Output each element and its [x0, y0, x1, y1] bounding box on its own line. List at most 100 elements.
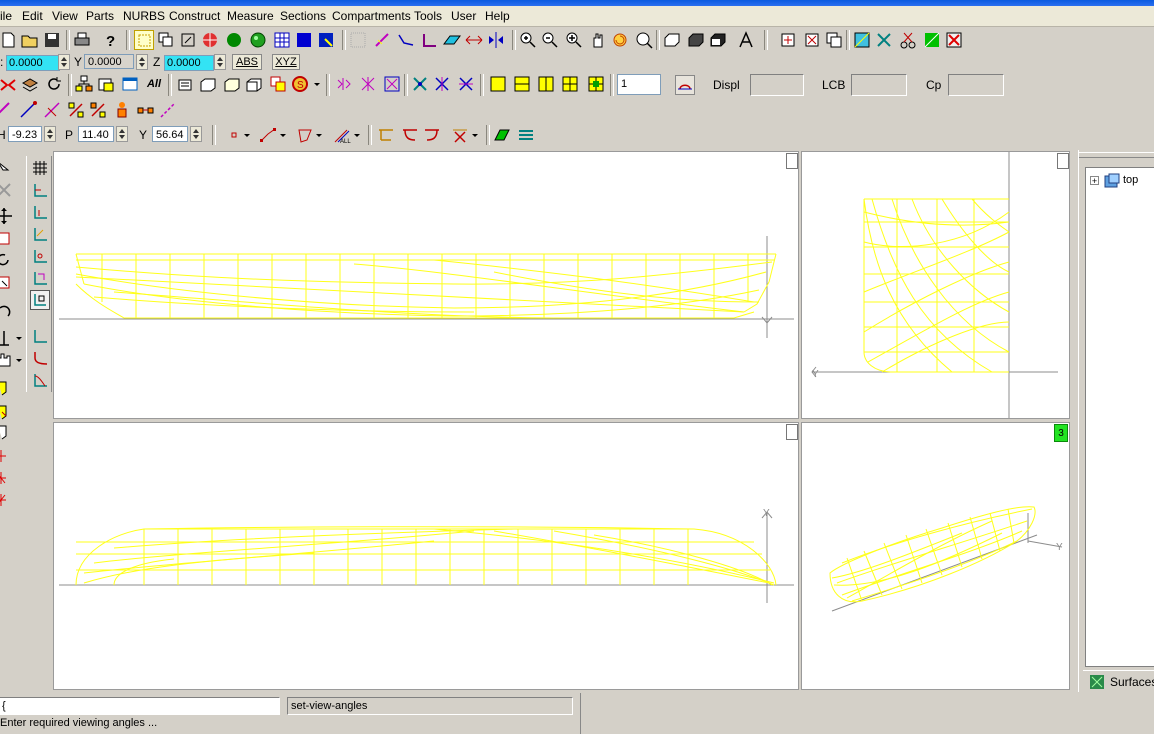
zoom-extents-icon[interactable] — [178, 30, 198, 50]
layout-horizontal-icon[interactable] — [512, 74, 532, 94]
save-disk-icon[interactable] — [42, 30, 62, 50]
z-coordinate-field[interactable]: 0.0000 — [164, 55, 214, 71]
build-4-icon[interactable] — [244, 74, 264, 94]
abs-button[interactable]: ABS — [232, 54, 262, 70]
open-folder-icon[interactable] — [20, 30, 40, 50]
pan-hand-icon[interactable] — [588, 30, 608, 50]
percent-curve-icon[interactable] — [66, 100, 86, 120]
h-angle-spinner[interactable] — [44, 126, 56, 142]
grid-view-icon[interactable] — [272, 30, 292, 50]
axes-7-icon[interactable] — [30, 326, 50, 346]
point-mode-icon[interactable] — [224, 125, 244, 145]
cut-icon[interactable] — [898, 30, 918, 50]
zoom-window-icon[interactable] — [564, 30, 584, 50]
part-open-icon[interactable] — [96, 74, 116, 94]
red-star-2-icon[interactable] — [0, 468, 14, 488]
h-angle-field[interactable]: -9.23 — [8, 126, 42, 142]
print-icon[interactable] — [72, 30, 92, 50]
layout-quad-icon[interactable] — [560, 74, 580, 94]
cross-1-icon[interactable] — [410, 74, 430, 94]
axes-5-icon[interactable] — [30, 268, 50, 288]
section-3-icon[interactable] — [422, 125, 442, 145]
build-3-icon[interactable] — [222, 74, 242, 94]
snap-grid-icon[interactable] — [348, 30, 368, 50]
z-spinner[interactable] — [214, 54, 226, 70]
undo-icon[interactable] — [0, 302, 14, 322]
percent-curve-2-icon[interactable] — [88, 100, 108, 120]
menu-sections[interactable]: Sections — [280, 9, 326, 23]
command-input[interactable]: { — [0, 697, 280, 715]
box-select-icon[interactable] — [0, 228, 14, 248]
line-tool-icon[interactable] — [372, 30, 392, 50]
body-plan-view[interactable]: Y — [801, 151, 1070, 419]
rotate-icon[interactable] — [0, 250, 14, 270]
zoom-out-icon[interactable] — [540, 30, 560, 50]
point-star-2-icon[interactable] — [358, 74, 378, 94]
copy-surface-icon[interactable] — [824, 30, 844, 50]
menu-tools[interactable]: Tools — [414, 9, 442, 23]
yellow-stack-2-icon[interactable] — [0, 402, 14, 422]
cross-3-icon[interactable] — [456, 74, 476, 94]
plane-tool-icon[interactable] — [442, 30, 462, 50]
mirror-icon[interactable] — [486, 30, 506, 50]
axes-2-icon[interactable] — [30, 202, 50, 222]
stamp-dropdown-icon[interactable] — [312, 74, 322, 94]
cancel-construct-icon[interactable] — [0, 74, 18, 94]
build-1-icon[interactable] — [176, 74, 196, 94]
align-icon[interactable] — [0, 328, 14, 348]
person-curve-icon[interactable] — [112, 100, 132, 120]
all-mode-dropdown-icon[interactable] — [352, 125, 362, 145]
x-spinner[interactable] — [58, 54, 70, 70]
axes-8-icon[interactable] — [30, 348, 50, 368]
curve-mode-dropdown-icon[interactable] — [278, 125, 288, 145]
axes-6-icon[interactable] — [30, 290, 50, 310]
cross-2-icon[interactable] — [432, 74, 452, 94]
y-coordinate-field[interactable]: 0.0000 — [84, 54, 134, 69]
axes-9-icon[interactable] — [30, 370, 50, 390]
axes-4-icon[interactable] — [30, 246, 50, 266]
all-mode-icon[interactable]: ALL — [332, 125, 352, 145]
profile-view[interactable] — [53, 151, 799, 419]
globe-render-icon[interactable] — [200, 30, 220, 50]
delete-point-icon[interactable] — [802, 30, 822, 50]
scale-icon[interactable] — [0, 272, 14, 292]
menu-user[interactable]: User — [451, 9, 476, 23]
build-5-icon[interactable] — [268, 74, 288, 94]
surface-split-icon[interactable] — [922, 30, 942, 50]
tree-expand-toggle[interactable]: + — [1090, 176, 1099, 186]
hand-icon[interactable] — [0, 350, 14, 370]
menu-file[interactable]: ile — [0, 9, 12, 23]
curve-mode-icon[interactable] — [258, 125, 278, 145]
split-curve-icon[interactable] — [136, 100, 156, 120]
section-2-icon[interactable] — [400, 125, 420, 145]
tree-node-top[interactable]: top — [1123, 174, 1138, 186]
arch-view-icon[interactable] — [736, 30, 756, 50]
new-file-icon[interactable] — [0, 30, 18, 50]
menu-view[interactable]: View — [52, 9, 78, 23]
y-angle-field[interactable]: 56.64 — [152, 126, 188, 142]
y-spinner[interactable] — [136, 54, 148, 70]
line-curve-icon[interactable] — [18, 100, 38, 120]
hydrostatics-icon[interactable] — [675, 75, 695, 95]
render-sphere-icon[interactable] — [248, 30, 268, 50]
delete-surface-icon[interactable] — [944, 30, 964, 50]
y-angle-spinner[interactable] — [190, 126, 202, 142]
surface-edit-icon[interactable] — [852, 30, 872, 50]
build-2-icon[interactable] — [198, 74, 218, 94]
xyz-button[interactable]: XYZ — [272, 54, 300, 70]
body-plan-view-maximize[interactable] — [1057, 153, 1069, 169]
menu-edit[interactable]: Edit — [22, 9, 43, 23]
box-view-3-icon[interactable] — [708, 30, 728, 50]
pick-view-icon[interactable] — [316, 30, 336, 50]
stamp-icon[interactable]: S — [290, 74, 310, 94]
fairing-2-icon[interactable] — [516, 125, 536, 145]
pointer-icon[interactable] — [0, 158, 14, 178]
box-view-2-icon[interactable] — [686, 30, 706, 50]
zoom-fit-icon[interactable] — [634, 30, 654, 50]
layout-single-icon[interactable] — [488, 74, 508, 94]
shade-sphere-icon[interactable] — [224, 30, 244, 50]
hand-dropdown-icon[interactable] — [14, 350, 24, 370]
fairing-1-icon[interactable] — [492, 125, 512, 145]
layout-custom-icon[interactable] — [586, 74, 606, 94]
rotate-view-icon[interactable] — [610, 30, 630, 50]
